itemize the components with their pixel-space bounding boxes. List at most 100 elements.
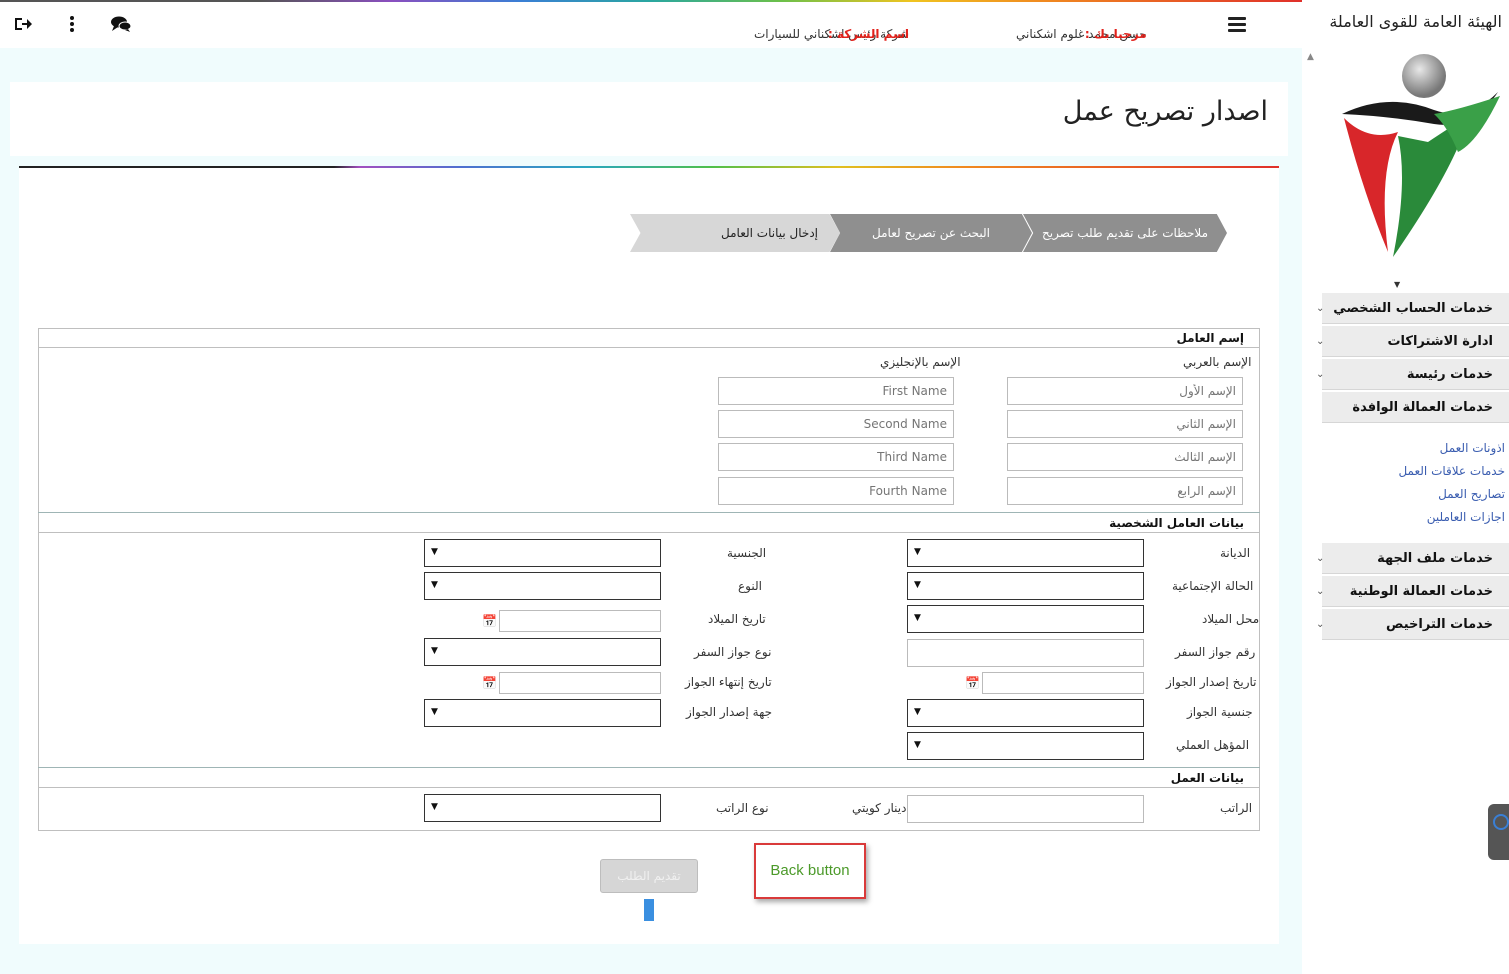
welcome-label: مرحبا بك :: [1084, 27, 1147, 41]
caret-down-icon[interactable]: ▼: [1394, 280, 1400, 289]
english-name-label: الإسم بالإنجليزي: [880, 355, 961, 369]
menu-label: خدمات ملف الجهة: [1377, 551, 1493, 566]
passport-issuer-select[interactable]: ▼: [424, 699, 661, 727]
birth-date-label: تاريخ الميلاد: [708, 612, 766, 626]
passport-expiry-date-input[interactable]: [499, 672, 661, 694]
english-fourth-name-input[interactable]: [718, 477, 954, 505]
arabic-third-name-input[interactable]: [1007, 443, 1243, 471]
calendar-icon[interactable]: 📅: [482, 614, 497, 628]
menu-licenses[interactable]: خدمات التراخيص ⌄: [1316, 609, 1509, 640]
menu-main-services[interactable]: خدمات رئيسة ⌄: [1316, 359, 1509, 390]
dropdown-arrow-icon: ▼: [431, 707, 438, 717]
chevron-down-icon: ⌄: [1316, 369, 1325, 380]
passport-type-label: نوع جواز السفر: [694, 645, 772, 659]
company-info: اسم الشركة : شركة رئيس اشكناني للسيارات: [754, 27, 909, 41]
menu-national-labor[interactable]: خدمات العمالة الوطنية ⌄: [1316, 576, 1509, 607]
chevron-down-icon: ⌄: [1316, 336, 1325, 347]
menu-label: خدمات التراخيص: [1386, 617, 1493, 632]
wizard-step-notes[interactable]: ملاحظات على تقديم طلب تصريح: [1023, 214, 1227, 252]
passport-number-input[interactable]: [907, 639, 1144, 667]
side-help-tab[interactable]: [1488, 804, 1509, 860]
dropdown-arrow-icon: ▼: [431, 802, 438, 812]
english-first-name-input[interactable]: [718, 377, 954, 405]
section-heading-work: بيانات العمل: [38, 768, 1260, 788]
arabic-name-label: الإسم بالعربي: [1183, 355, 1252, 369]
currency-label: دينار كويتي: [852, 801, 907, 815]
chevron-down-icon: ⌄: [1316, 303, 1325, 314]
wizard-step-enter-data[interactable]: إدخال بيانات العامل: [630, 214, 840, 252]
menu-label: خدمات رئيسة: [1406, 367, 1493, 382]
scroll-up-icon[interactable]: ▲: [1307, 52, 1314, 62]
wizard-step-search[interactable]: البحث عن تصريح لعامل: [830, 214, 1032, 252]
chevron-down-icon: ⌄: [1316, 619, 1325, 630]
calendar-icon[interactable]: 📅: [482, 676, 497, 690]
arabic-first-name-input[interactable]: [1007, 377, 1243, 405]
menu-label: خدمات العمالة الوطنية: [1349, 584, 1493, 599]
salary-input[interactable]: [907, 795, 1144, 823]
section-heading-personal: بيانات العامل الشخصية: [38, 513, 1260, 533]
back-button-callout[interactable]: Back button: [754, 843, 866, 899]
gender-label: النوع: [738, 579, 762, 593]
passport-issue-date-input[interactable]: [982, 672, 1144, 694]
chevron-down-icon: ⌄: [1316, 553, 1325, 564]
chevron-down-icon: ⌄: [1316, 586, 1325, 597]
religion-label: الديانة: [1220, 546, 1251, 560]
menu-subscriptions[interactable]: ادارة الاشتراكات ⌄: [1316, 326, 1509, 357]
gender-select[interactable]: ▼: [424, 572, 661, 600]
passport-number-label: رقم جواز السفر: [1175, 645, 1256, 659]
passport-type-select[interactable]: ▼: [424, 638, 661, 666]
submit-request-button[interactable]: تقديم الطلب: [600, 859, 698, 893]
focus-marker: [644, 899, 654, 921]
nationality-label: الجنسية: [727, 546, 767, 560]
dropdown-arrow-icon: ▼: [431, 646, 438, 656]
qualification-select[interactable]: ▼: [907, 732, 1144, 760]
passport-issuer-label: جهة إصدار الجواز: [686, 705, 773, 719]
welcome-info: مرحبا بك : حسن محمد غلوم اشكناني: [1016, 27, 1147, 41]
org-title: الهيئة العامة للقوى العاملة: [1329, 12, 1502, 31]
submenu-work-permits[interactable]: تصاريح العمل: [1438, 487, 1505, 501]
menu-entity-file[interactable]: خدمات ملف الجهة ⌄: [1316, 543, 1509, 574]
menu-label: خدمات العمالة الوافدة: [1352, 400, 1493, 415]
arabic-fourth-name-input[interactable]: [1007, 477, 1243, 505]
marital-status-select[interactable]: ▼: [907, 572, 1144, 600]
qualification-label: المؤهل العملي: [1176, 738, 1250, 752]
page-title: اصدار تصريح عمل: [1062, 96, 1268, 127]
salary-type-label: نوع الراتب: [716, 801, 769, 815]
menu-label: خدمات الحساب الشخصي: [1333, 301, 1493, 316]
dropdown-arrow-icon: ▼: [431, 580, 438, 590]
passport-expiry-date-label: تاريخ إنتهاء الجواز: [685, 675, 772, 689]
menu-personal-account[interactable]: خدمات الحساب الشخصي ⌄: [1316, 293, 1509, 324]
hamburger-menu-icon[interactable]: [1228, 17, 1246, 32]
submenu-employee-leaves[interactable]: اجازات العاملين: [1427, 510, 1505, 524]
calendar-icon[interactable]: 📅: [965, 676, 980, 690]
company-label: اسم الشركة :: [827, 27, 909, 41]
dropdown-arrow-icon: ▼: [431, 547, 438, 557]
top-bar: اسم الشركة : شركة رئيس اشكناني للسيارات …: [0, 0, 1302, 48]
salary-type-select[interactable]: ▼: [424, 794, 661, 822]
religion-select[interactable]: ▼: [907, 539, 1144, 567]
submenu-work-permissions[interactable]: اذونات العمل: [1440, 441, 1505, 455]
logout-icon[interactable]: [12, 14, 34, 36]
salary-label: الراتب: [1220, 801, 1253, 815]
section-heading-name: إسم العامل: [38, 328, 1260, 348]
sidebar: الهيئة العامة للقوى العاملة ▲ ▼ خدمات ال…: [1302, 0, 1509, 974]
birth-place-select[interactable]: ▼: [907, 605, 1144, 633]
more-vertical-icon[interactable]: [61, 14, 83, 36]
english-second-name-input[interactable]: [718, 410, 954, 438]
submenu-labor-relations[interactable]: خدمات علاقات العمل: [1398, 464, 1505, 478]
org-logo: [1342, 54, 1500, 257]
dropdown-arrow-icon: ▼: [914, 740, 921, 750]
english-third-name-input[interactable]: [718, 443, 954, 471]
passport-nationality-select[interactable]: ▼: [907, 699, 1144, 727]
dropdown-arrow-icon: ▼: [914, 707, 921, 717]
menu-expat-labor[interactable]: خدمات العمالة الوافدة: [1322, 392, 1509, 423]
chat-icon[interactable]: [110, 14, 132, 36]
dropdown-arrow-icon: ▼: [914, 547, 921, 557]
top-color-stripe: [0, 0, 1302, 2]
passport-issue-date-label: تاريخ إصدار الجواز: [1166, 675, 1257, 689]
page-header: اصدار تصريح عمل: [10, 82, 1288, 156]
dropdown-arrow-icon: ▼: [914, 613, 921, 623]
birth-date-input[interactable]: [499, 610, 661, 632]
nationality-select[interactable]: ▼: [424, 539, 661, 567]
arabic-second-name-input[interactable]: [1007, 410, 1243, 438]
